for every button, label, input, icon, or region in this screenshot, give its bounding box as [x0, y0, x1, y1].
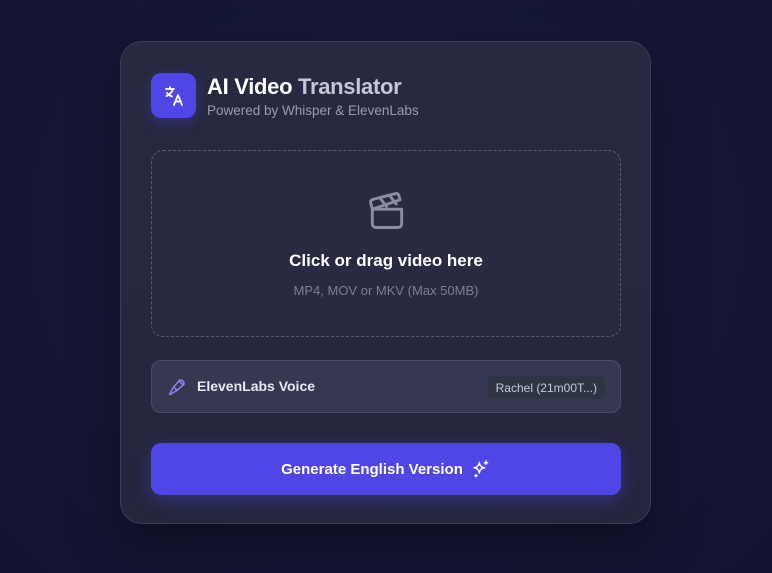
title-primary: AI Video — [207, 74, 293, 99]
generate-button-label: Generate English Version — [281, 460, 463, 478]
microphone-icon — [168, 379, 185, 396]
clapperboard-icon — [369, 192, 404, 229]
page-subtitle: Powered by Whisper & ElevenLabs — [207, 103, 419, 118]
voice-label: ElevenLabs Voice — [197, 378, 316, 394]
dropzone-hint: MP4, MOV or MKV (Max 50MB) — [293, 283, 479, 298]
translate-icon — [164, 85, 183, 106]
generate-button[interactable]: Generate English Version — [151, 443, 621, 495]
title-secondary: Translator — [298, 74, 402, 99]
selected-voice-badge[interactable]: Rachel (21m00T...) — [487, 376, 605, 399]
sparkles-icon — [473, 460, 489, 478]
voice-selector[interactable]: ElevenLabs Voice Rachel (21m00T...) — [151, 360, 621, 413]
video-dropzone[interactable]: Click or drag video here MP4, MOV or MKV… — [151, 150, 621, 337]
dropzone-title: Click or drag video here — [289, 251, 483, 270]
app-logo — [151, 73, 196, 118]
page-title: AI Video Translator — [207, 74, 402, 100]
translator-card: AI Video Translator Powered by Whisper &… — [120, 41, 651, 524]
